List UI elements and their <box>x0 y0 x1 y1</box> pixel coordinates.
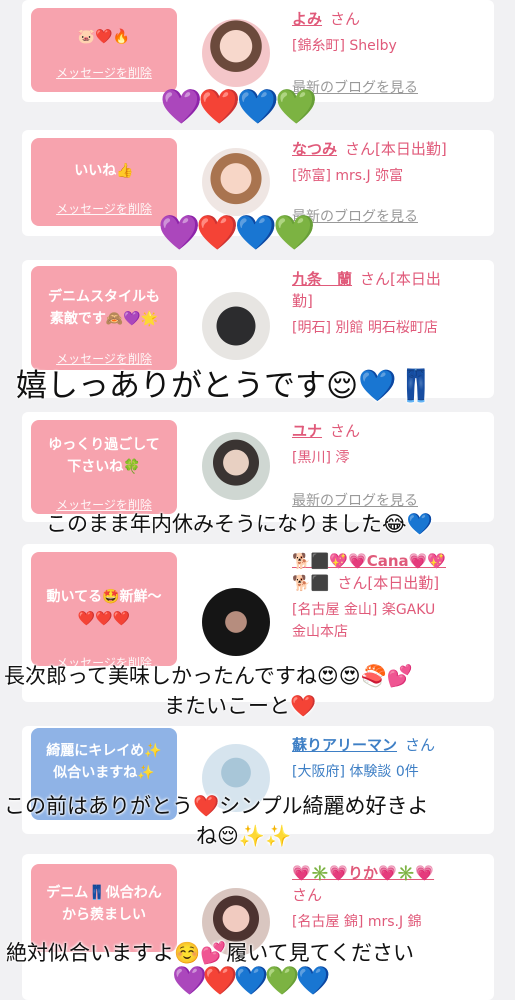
profile-info: ユナ さん [黒川] 澪 <box>292 420 492 469</box>
hearts-sticker: 💜❤️💙💚 <box>160 87 317 127</box>
hearts-sticker: 💜❤️💙💚💙 <box>172 964 330 997</box>
message-line: 似合いますね✨ <box>53 765 155 781</box>
work-status: [本日出 <box>390 270 441 288</box>
message-line: 綺麗にキレイめ✨ <box>46 743 162 759</box>
shop-link[interactable]: [明石] 別館 明石桜町店 <box>292 317 492 339</box>
work-status: [本日出勤] <box>375 140 447 158</box>
message-line: から羨ましい <box>62 907 146 923</box>
avatar[interactable] <box>202 148 270 216</box>
hearts-sticker: 💜❤️💙💚 <box>158 213 315 253</box>
message-bubble: 動いてる🤩新鮮〜 ❤️❤️❤️ メッセージを削除 <box>31 552 177 670</box>
message-text: ゆっくり過ごして 下さいね🍀 <box>31 420 177 478</box>
profile-name-link[interactable]: 🐕⬛💖💗Cana💗💖 <box>292 552 446 570</box>
san-label: さん <box>330 422 361 440</box>
shop-link[interactable]: [名古屋 金山] 楽GAKU 金山本店 <box>292 599 492 643</box>
message-text: デニム👖似合わん から羨ましい <box>31 864 177 926</box>
avatar[interactable] <box>202 588 270 656</box>
delete-message-link[interactable]: メッセージを削除 <box>31 200 177 217</box>
shop-line: 金山本店 <box>292 624 348 640</box>
message-line: デニム👖似合わん <box>46 885 162 901</box>
message-bubble: デニムスタイルも 素敵です🙈💜🌟 メッセージを削除 <box>31 266 177 370</box>
shop-line: [名古屋 金山] 楽GAKU <box>292 602 436 618</box>
profile-name-link[interactable]: ユナ <box>292 422 322 440</box>
message-line: デニムスタイルも <box>48 289 160 305</box>
overlay-text: この前はありがとう❤️シンプル綺麗め好きよ <box>4 794 429 818</box>
profile-info: よみ さん [錦糸町] Shelby <box>292 8 492 57</box>
message-bubble: ゆっくり過ごして 下さいね🍀 メッセージを削除 <box>31 420 177 514</box>
message-line: 動いてる🤩新鮮〜 <box>46 589 162 605</box>
message-bubble: 🐷❤️🔥 メッセージを削除 <box>31 8 177 92</box>
delete-message-link[interactable]: メッセージを削除 <box>31 64 177 81</box>
profile-name-link[interactable]: 💗✳️💗りか💗✳️💗 <box>292 864 434 882</box>
work-status-cont: 勤] <box>292 292 313 310</box>
profile-name-cont: 🐕⬛ <box>292 574 330 592</box>
san-label: さん <box>337 574 368 592</box>
profile-name-link[interactable]: 九条 蘭 <box>292 270 352 288</box>
message-line: 素敵です🙈💜🌟 <box>49 311 159 327</box>
profile-name-link[interactable]: なつみ <box>292 140 337 158</box>
avatar[interactable] <box>202 19 270 87</box>
profile-info: 蘇りアリーマン さん [大阪府] 体験談 0件 <box>292 734 492 783</box>
shop-link[interactable]: [弥富] mrs.J 弥富 <box>292 165 492 187</box>
message-line: ゆっくり過ごして <box>48 437 160 453</box>
shop-link[interactable]: [名古屋 錦] mrs.J 錦 <box>292 911 492 933</box>
san-label: さん <box>360 270 391 288</box>
message-text: いいね👍 <box>74 163 134 179</box>
avatar[interactable] <box>202 292 270 360</box>
message-text: 綺麗にキレイめ✨ 似合いますね✨ <box>31 728 177 784</box>
overlay-text: 長次郎って美味しかったんですね😍😍🍣💕 <box>4 664 413 688</box>
overlay-text: 絶対似合いますよ☺️💕履いて見てください <box>6 941 415 965</box>
profile-name-link[interactable]: よみ <box>292 10 322 28</box>
message-card: ゆっくり過ごして 下さいね🍀 メッセージを削除 ユナ さん [黒川] 澪 最新のブ… <box>22 412 494 522</box>
overlay-text: またいこーと❤️ <box>164 694 317 718</box>
message-text: デニムスタイルも 素敵です🙈💜🌟 <box>31 266 177 330</box>
profile-info: 九条 蘭さん[本日出 勤] [明石] 別館 明石桜町店 <box>292 268 492 339</box>
message-line: 下さいね🍀 <box>67 459 141 475</box>
shop-link[interactable]: [黒川] 澪 <box>292 447 492 469</box>
shop-link[interactable]: [錦糸町] Shelby <box>292 35 492 57</box>
overlay-text: 嬉しっありがとうです😌💙👖 <box>16 368 436 404</box>
message-line: ❤️❤️❤️ <box>77 611 131 627</box>
latest-blog-link[interactable]: 最新のブログを見る <box>292 490 418 510</box>
san-label: さん <box>292 886 323 904</box>
overlay-text: ね😌✨✨ <box>196 824 292 848</box>
work-status: [本日出勤] <box>367 574 440 592</box>
overlay-text: このまま年内休みそうになりました😂💙 <box>46 512 433 536</box>
san-label: さん <box>330 10 361 28</box>
message-text: 動いてる🤩新鮮〜 ❤️❤️❤️ <box>31 552 177 630</box>
message-bubble: いいね👍 メッセージを削除 <box>31 138 177 226</box>
san-label: さん <box>345 140 376 158</box>
profile-info: 🐕⬛💖💗Cana💗💖 🐕⬛ さん[本日出勤] [名古屋 金山] 楽GAKU 金山本… <box>292 550 492 643</box>
profile-info: なつみ さん[本日出勤] [弥富] mrs.J 弥富 <box>292 138 492 187</box>
profile-info: 💗✳️💗りか💗✳️💗 さん [名古屋 錦] mrs.J 錦 <box>292 862 492 933</box>
profile-name-link[interactable]: 蘇りアリーマン <box>292 736 397 754</box>
san-label: さん <box>405 736 436 754</box>
shop-link[interactable]: [大阪府] 体験談 0件 <box>292 761 492 783</box>
avatar[interactable] <box>202 432 270 500</box>
message-text: 🐷❤️🔥 <box>77 29 131 45</box>
